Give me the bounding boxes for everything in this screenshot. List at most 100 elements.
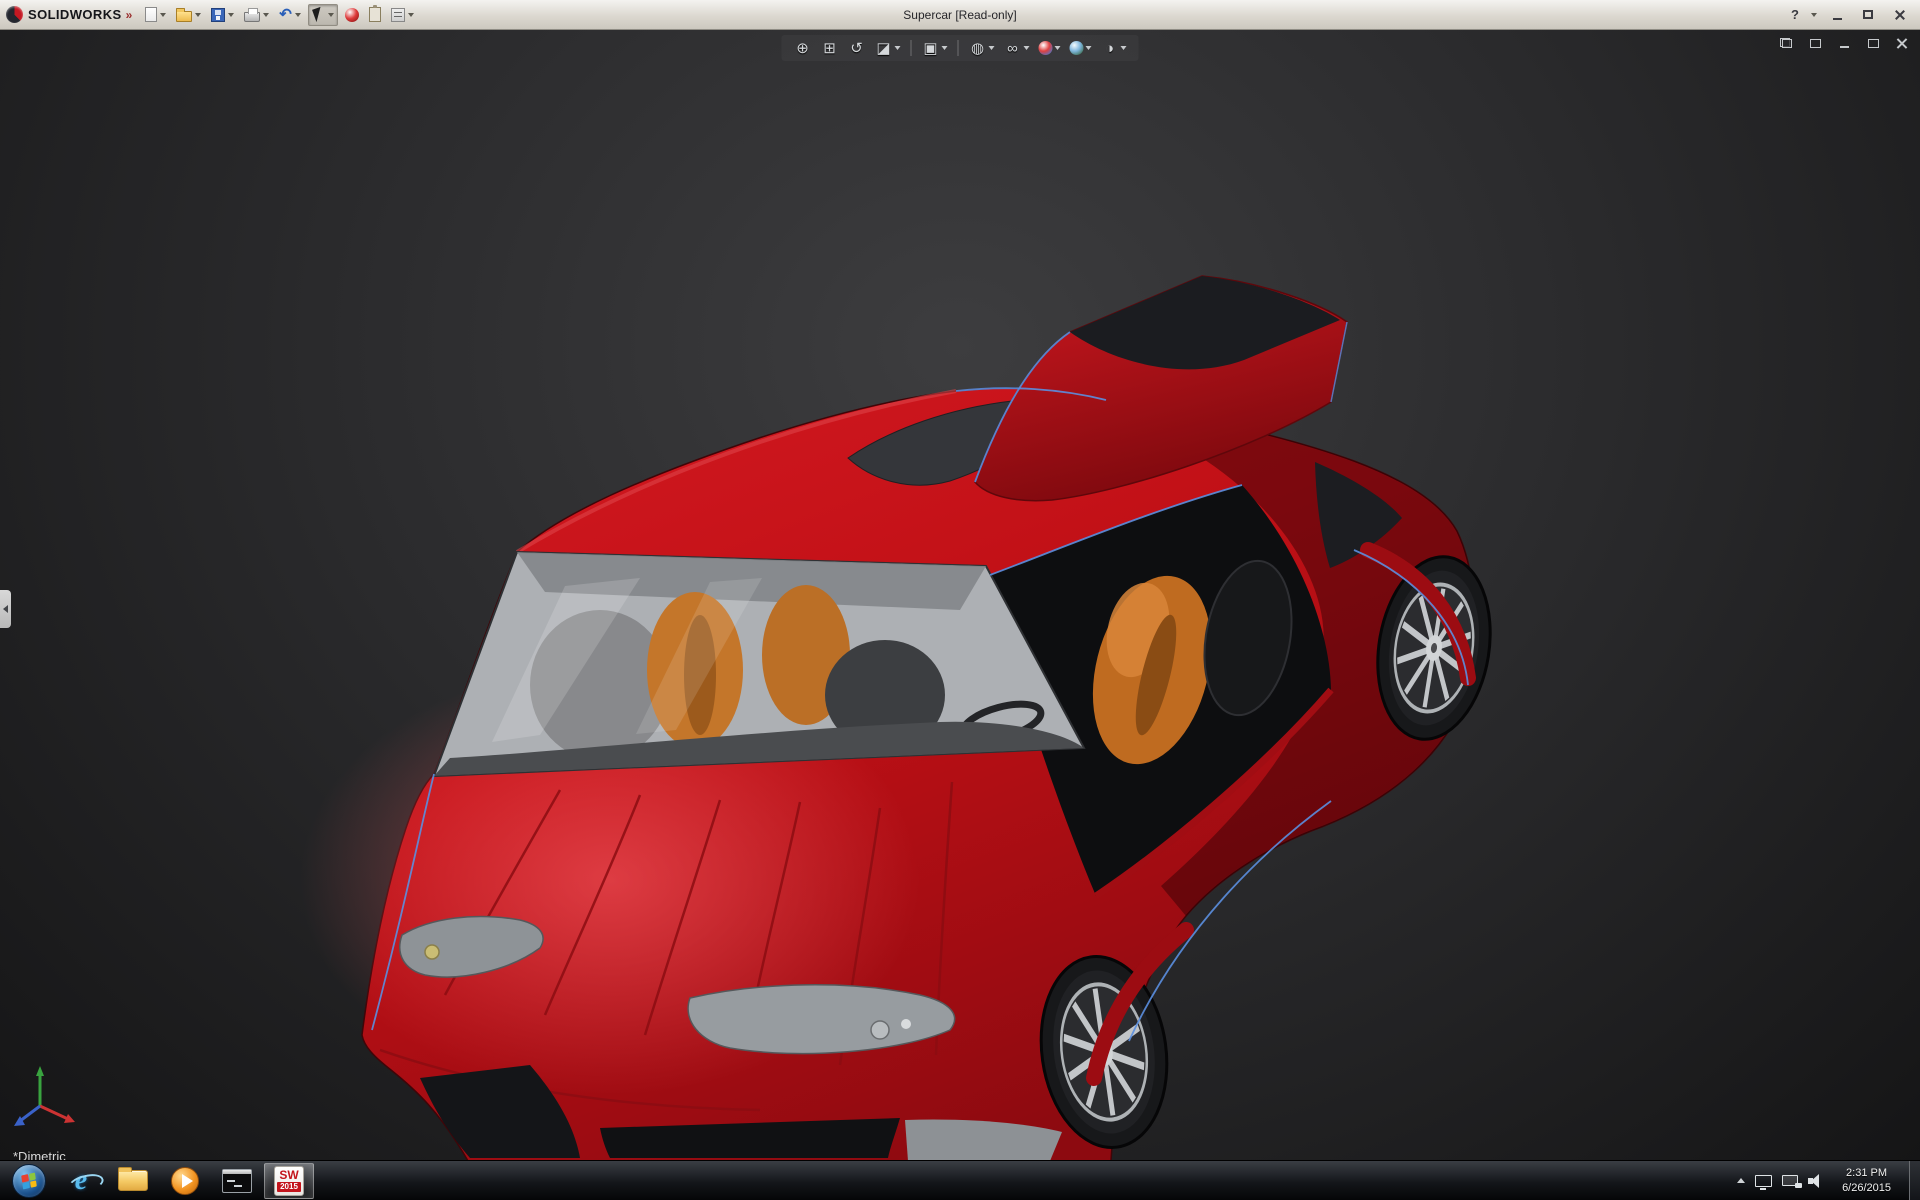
dropdown-arrow-icon[interactable] bbox=[407, 12, 414, 17]
display-style-button[interactable]: ◍ bbox=[967, 37, 997, 59]
view-settings-icon: ◑ bbox=[1104, 39, 1115, 57]
open-folder-icon bbox=[176, 8, 193, 22]
brand-name: SOLIDWORKS bbox=[28, 7, 122, 22]
minimize-icon bbox=[1832, 18, 1842, 20]
solidworks-app-icon: SW 2015 bbox=[274, 1165, 304, 1196]
previous-view-button[interactable]: ↺ bbox=[846, 37, 868, 59]
dropdown-arrow-icon[interactable] bbox=[195, 12, 202, 17]
graphics-area[interactable]: ⊕ ⊞ ↺ ◪ ▣ ◍ ∞ ◑ *Dimetric bbox=[0, 30, 1920, 1160]
appearance-ball-icon bbox=[344, 7, 359, 22]
media-player-icon bbox=[171, 1166, 199, 1195]
volume-tray-icon[interactable] bbox=[1808, 1173, 1824, 1188]
heads-up-view-toolbar: ⊕ ⊞ ↺ ◪ ▣ ◍ ∞ ◑ bbox=[781, 35, 1139, 61]
dropdown-arrow-icon[interactable] bbox=[988, 46, 995, 50]
solidworks-year-badge: 2015 bbox=[277, 1181, 301, 1193]
clock-date: 6/26/2015 bbox=[1842, 1181, 1891, 1194]
close-icon bbox=[1894, 9, 1905, 20]
hidden-icons-chevron[interactable] bbox=[1737, 1178, 1746, 1183]
doc-close-button[interactable] bbox=[1894, 36, 1910, 50]
new-document-icon bbox=[145, 7, 158, 22]
dropdown-arrow-icon[interactable] bbox=[263, 12, 270, 17]
appearance-button[interactable] bbox=[342, 4, 362, 26]
apply-scene-ball-icon bbox=[1069, 41, 1084, 55]
select-cursor-icon bbox=[311, 6, 325, 23]
open-button[interactable] bbox=[173, 4, 204, 26]
new-button[interactable] bbox=[142, 4, 169, 26]
display-tray-icon[interactable] bbox=[1755, 1174, 1773, 1190]
menu-expand-chevron[interactable]: » bbox=[126, 8, 133, 22]
clipboard-icon bbox=[368, 5, 381, 22]
document-window-controls bbox=[1778, 36, 1910, 50]
previous-view-icon: ↺ bbox=[850, 40, 863, 57]
view-orientation-icon: ▣ bbox=[923, 40, 938, 57]
dropdown-arrow-icon[interactable] bbox=[327, 12, 334, 17]
save-floppy-icon bbox=[211, 7, 226, 22]
clipboard-button[interactable] bbox=[366, 4, 384, 26]
print-button[interactable] bbox=[241, 4, 272, 26]
start-button[interactable] bbox=[4, 1163, 54, 1199]
view-orientation-label: *Dimetric bbox=[13, 1149, 66, 1160]
taskbar-item-media-player[interactable] bbox=[160, 1163, 210, 1199]
show-desktop-button[interactable] bbox=[1909, 1160, 1920, 1200]
maximize-button[interactable] bbox=[1857, 6, 1879, 24]
toolbar-separator bbox=[957, 40, 959, 56]
close-button[interactable] bbox=[1888, 6, 1910, 24]
hide-show-items-button[interactable]: ∞ bbox=[1002, 37, 1032, 59]
minimize-button[interactable] bbox=[1826, 6, 1848, 24]
solidworks-sw-letters: SW bbox=[279, 1167, 299, 1182]
doc-minimize-icon bbox=[1839, 46, 1849, 48]
view-settings-button[interactable]: ◑ bbox=[1099, 37, 1129, 59]
windows-orb-icon bbox=[12, 1163, 46, 1198]
taskbar-item-internet-explorer[interactable]: e bbox=[56, 1163, 106, 1199]
dropdown-arrow-icon[interactable] bbox=[160, 12, 167, 17]
section-view-icon: ◪ bbox=[876, 40, 891, 57]
help-dropdown-arrow-icon[interactable] bbox=[1811, 12, 1817, 17]
panel-expand-tab[interactable] bbox=[0, 590, 11, 628]
select-tool-button[interactable] bbox=[307, 3, 338, 26]
command-prompt-icon bbox=[222, 1168, 252, 1193]
taskbar: e SW 2015 2:31 PM 6/26/2015 bbox=[0, 1160, 1920, 1200]
taskbar-clock[interactable]: 2:31 PM 6/26/2015 bbox=[1834, 1166, 1899, 1196]
hide-show-items-icon: ∞ bbox=[1007, 39, 1018, 57]
dropdown-arrow-icon[interactable] bbox=[1085, 46, 1092, 50]
taskbar-item-solidworks-2015[interactable]: SW 2015 bbox=[264, 1162, 314, 1199]
zoom-to-fit-button[interactable]: ⊕ bbox=[792, 37, 814, 59]
dropdown-arrow-icon[interactable] bbox=[1023, 46, 1030, 50]
options-button[interactable] bbox=[388, 4, 417, 26]
taskbar-item-command-prompt[interactable] bbox=[212, 1163, 262, 1199]
document-title: Supercar [Read-only] bbox=[903, 7, 1017, 22]
dropdown-arrow-icon[interactable] bbox=[294, 12, 301, 17]
tile-windows-icon bbox=[1809, 38, 1821, 48]
section-view-button[interactable]: ◪ bbox=[873, 37, 903, 59]
doc-cascade-button[interactable] bbox=[1778, 36, 1794, 50]
app-logo[interactable]: SOLIDWORKS bbox=[6, 6, 122, 23]
toolbar-separator bbox=[910, 40, 912, 56]
edit-appearance-ball-icon bbox=[1038, 41, 1053, 55]
titlebar: SOLIDWORKS » ↶ Supercar [Read-only] ? bbox=[0, 0, 1920, 30]
apply-scene-button[interactable] bbox=[1068, 40, 1094, 56]
doc-tile-button[interactable] bbox=[1807, 36, 1823, 50]
zoom-to-area-icon: ⊞ bbox=[823, 40, 836, 57]
taskbar-item-windows-explorer[interactable] bbox=[108, 1163, 158, 1199]
windshield[interactable] bbox=[432, 550, 1086, 778]
solidworks-emblem-icon bbox=[6, 6, 23, 23]
help-button[interactable]: ? bbox=[1791, 7, 1799, 22]
network-tray-icon[interactable] bbox=[1782, 1175, 1803, 1188]
doc-restore-button[interactable] bbox=[1865, 36, 1881, 50]
orientation-triad bbox=[14, 1066, 75, 1126]
view-orientation-button[interactable]: ▣ bbox=[920, 37, 950, 59]
undo-button[interactable]: ↶ bbox=[276, 4, 304, 26]
doc-close-icon bbox=[1896, 37, 1908, 49]
doc-minimize-button[interactable] bbox=[1836, 36, 1852, 50]
model-render bbox=[14, 275, 1492, 1160]
dropdown-arrow-icon[interactable] bbox=[1120, 46, 1127, 50]
save-button[interactable] bbox=[208, 4, 237, 26]
dropdown-arrow-icon[interactable] bbox=[941, 46, 948, 50]
internet-explorer-icon: e bbox=[74, 1164, 88, 1196]
edit-appearance-button[interactable] bbox=[1037, 40, 1063, 56]
undo-arrow-icon: ↶ bbox=[279, 6, 292, 23]
dropdown-arrow-icon[interactable] bbox=[894, 46, 901, 50]
dropdown-arrow-icon[interactable] bbox=[228, 12, 235, 17]
zoom-to-area-button[interactable]: ⊞ bbox=[819, 37, 841, 59]
dropdown-arrow-icon[interactable] bbox=[1054, 46, 1061, 50]
